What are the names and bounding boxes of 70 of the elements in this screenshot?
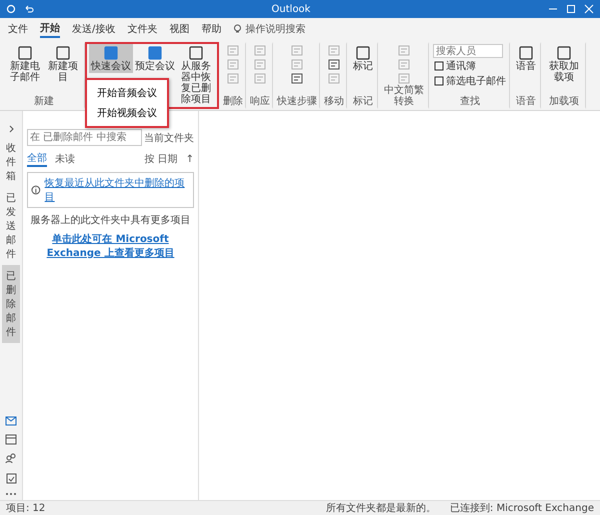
sort-direction-button[interactable]: ↑ bbox=[186, 154, 194, 164]
toolbar-button[interactable] bbox=[326, 58, 342, 71]
tell-me-search[interactable]: 操作说明搜索 bbox=[245, 22, 306, 36]
square-icon bbox=[434, 76, 444, 86]
square-icon bbox=[355, 45, 371, 61]
calendar-tile-icon bbox=[147, 45, 163, 61]
ribbon-button[interactable]: 获取加载项 bbox=[545, 44, 583, 84]
folder-tab[interactable]: 已删除邮件 bbox=[2, 265, 20, 343]
info-icon bbox=[31, 185, 41, 195]
folder-tab[interactable]: 收件箱 bbox=[2, 137, 20, 187]
group-label: 删除 bbox=[223, 96, 243, 107]
group-label: 快速步骤 bbox=[277, 96, 317, 107]
ribbon-button[interactable]: 新建电子邮件 bbox=[6, 44, 44, 84]
menu-tab[interactable]: 文件夹 bbox=[127, 21, 158, 37]
menu-tab[interactable]: 文件 bbox=[8, 21, 28, 37]
ribbon-button[interactable]: 快速会议 bbox=[89, 44, 133, 73]
calendar-tile-icon bbox=[103, 45, 119, 61]
square-icon bbox=[188, 45, 204, 61]
menu-item[interactable]: 开始视频会议 bbox=[87, 103, 167, 123]
ribbon-button[interactable]: 筛选电子邮件 bbox=[433, 74, 507, 88]
ribbon-button[interactable]: 语音 bbox=[514, 44, 538, 73]
clipboard-icon[interactable] bbox=[6, 472, 16, 484]
square-icon bbox=[55, 45, 71, 61]
item-count: 项目: 12 bbox=[6, 502, 46, 515]
square-icon bbox=[556, 45, 572, 61]
ribbon-button[interactable]: 新建项目 bbox=[44, 44, 82, 84]
maximize-icon[interactable] bbox=[566, 4, 576, 14]
chevron-right-icon[interactable] bbox=[7, 125, 15, 133]
square-icon bbox=[434, 61, 444, 71]
menu-tab[interactable]: 发送/接收 bbox=[72, 21, 116, 37]
group-label: 响应 bbox=[250, 96, 270, 107]
server-message: 服务器上的此文件夹中具有更多项目 bbox=[30, 214, 192, 227]
filter-tab[interactable]: 未读 bbox=[55, 152, 75, 166]
square-icon bbox=[17, 45, 33, 61]
toolbar-button[interactable] bbox=[289, 72, 305, 85]
menu-tab[interactable]: 视图 bbox=[169, 21, 190, 37]
scope-dropdown[interactable]: 当前文件夹 bbox=[144, 130, 194, 144]
ribbon-button[interactable]: 预定会议 bbox=[133, 44, 177, 73]
menu-item[interactable]: 开始音频会议 bbox=[87, 83, 167, 103]
menu-tab[interactable]: 帮助 bbox=[201, 21, 222, 37]
window-title: Outlook bbox=[272, 4, 310, 14]
more-icon[interactable] bbox=[5, 492, 17, 496]
people-icon[interactable] bbox=[5, 453, 17, 464]
group-label: 新建 bbox=[34, 96, 54, 107]
ribbon-button[interactable]: 通讯簿 bbox=[433, 59, 477, 73]
group-label: 加载项 bbox=[549, 96, 579, 107]
restore-link[interactable]: 恢复最近从此文件夹中删除的项目 bbox=[44, 176, 190, 204]
view-more-link[interactable]: 单击此处可在 Microsoft Exchange 上查看更多项目 bbox=[27, 232, 194, 260]
group-label: 中文简繁转换 bbox=[383, 85, 425, 107]
calendar-icon[interactable] bbox=[5, 434, 17, 445]
mail-icon[interactable] bbox=[5, 416, 17, 426]
group-label: 标记 bbox=[353, 96, 373, 107]
square-icon bbox=[518, 45, 534, 61]
group-label: 移动 bbox=[324, 96, 344, 107]
group-label: 查找 bbox=[460, 96, 480, 107]
ribbon-button[interactable]: 标记 bbox=[351, 44, 375, 73]
search-people-field[interactable]: 搜索人员 bbox=[433, 44, 503, 58]
group-label: 语音 bbox=[516, 96, 536, 107]
search-field[interactable]: 在 已删除邮件 中搜索 bbox=[27, 129, 142, 146]
sync-icon[interactable] bbox=[6, 4, 16, 14]
ribbon-button[interactable]: 从服务器中恢复已删除项目 bbox=[177, 44, 215, 106]
sync-status: 所有文件夹都是最新的。 bbox=[326, 502, 436, 515]
connection-status: 已连接到: Microsoft Exchange bbox=[450, 502, 594, 515]
menu-tab[interactable]: 开始 bbox=[40, 20, 60, 38]
folder-tab[interactable]: 已发送邮件 bbox=[2, 187, 20, 265]
undo-icon[interactable] bbox=[24, 4, 34, 14]
filter-tab[interactable]: 全部 bbox=[27, 151, 47, 167]
lightbulb-icon bbox=[233, 24, 242, 34]
close-icon[interactable] bbox=[584, 4, 594, 14]
sort-button[interactable]: 按 日期 bbox=[144, 152, 178, 166]
